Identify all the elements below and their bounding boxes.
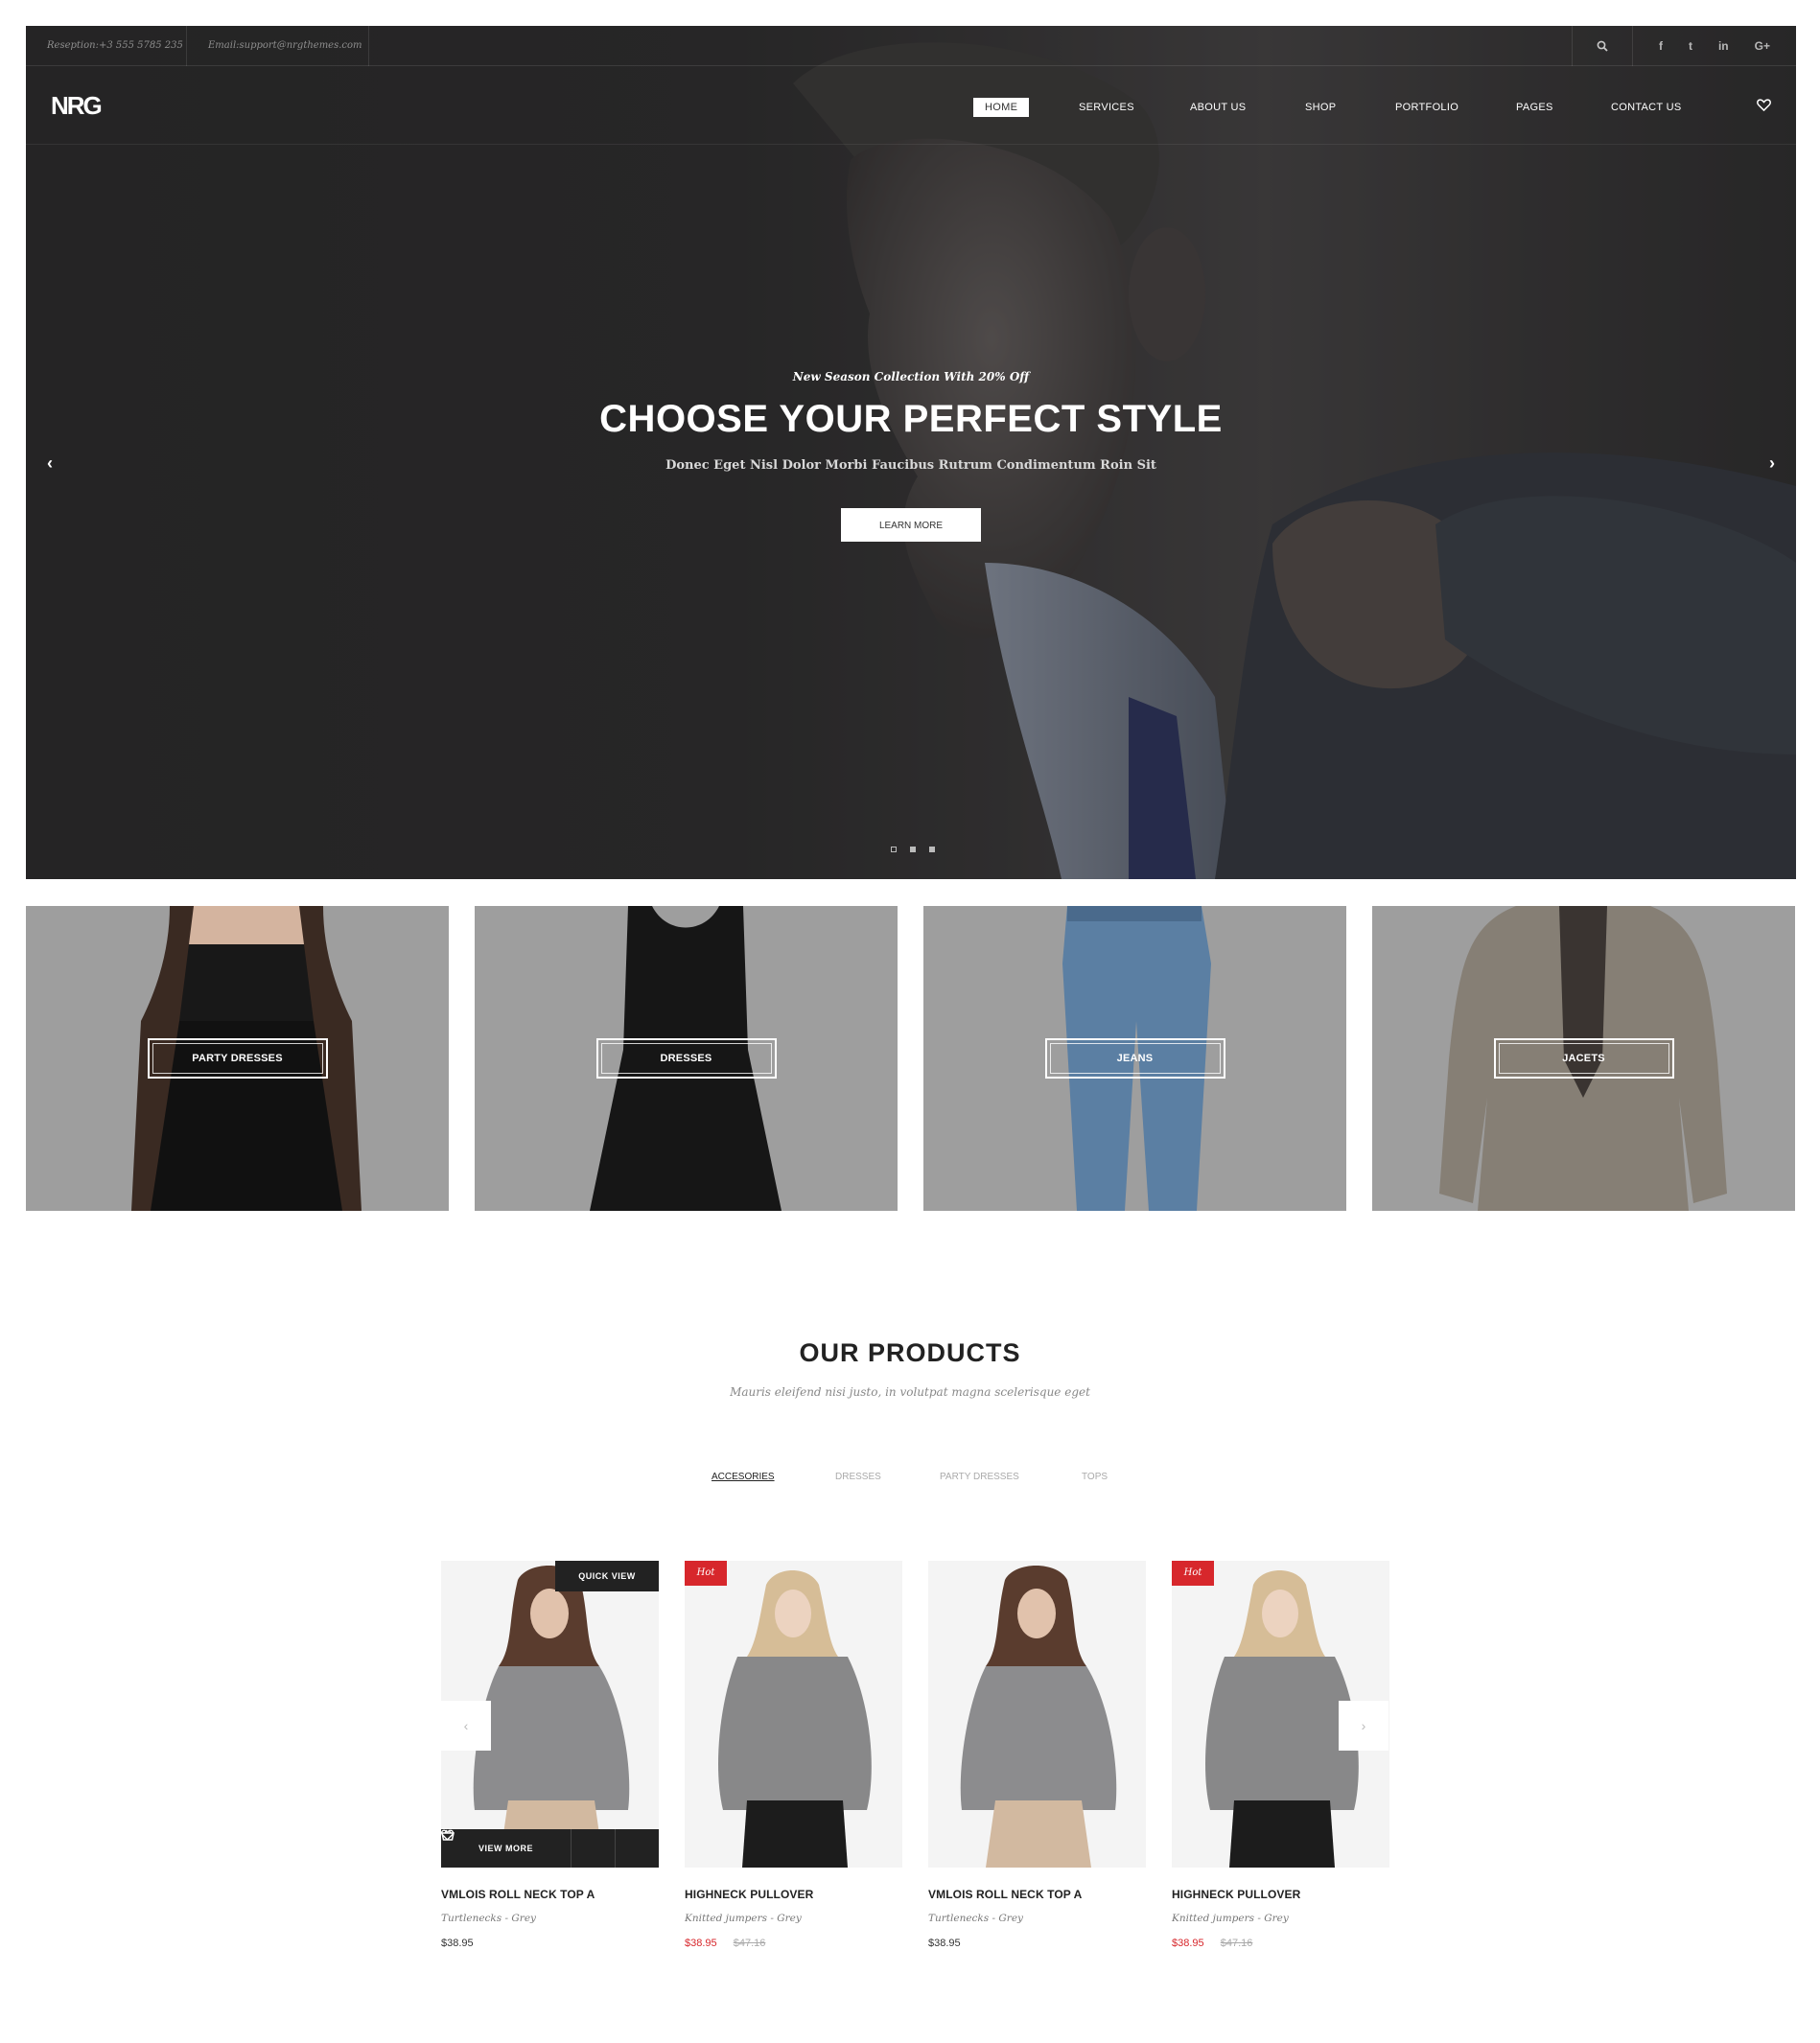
nav-about-us[interactable]: ABOUT US	[1190, 98, 1246, 117]
nav-portfolio[interactable]: PORTFOLIO	[1395, 98, 1458, 117]
slider-dot-3[interactable]	[929, 847, 935, 852]
nav-services[interactable]: SERVICES	[1079, 98, 1134, 117]
product-image[interactable]	[928, 1561, 1146, 1868]
google-plus-icon[interactable]: G+	[1755, 39, 1770, 53]
hero-headline: CHOOSE YOUR PERFECT STYLE	[599, 398, 1223, 440]
hero-subheadline: Donec Eget Nisl Dolor Morbi Faucibus Rut…	[665, 458, 1156, 473]
products-prev-button[interactable]: ‹	[441, 1701, 491, 1751]
view-more-button[interactable]: VIEW MORE	[441, 1829, 571, 1868]
facebook-icon[interactable]: f	[1659, 39, 1663, 53]
chevron-right-icon: ›	[1769, 453, 1775, 473]
category-label-text: DRESSES	[660, 1053, 712, 1064]
hero-eyebrow: New Season Collection With 20% Off	[792, 370, 1030, 383]
top-info-bar: Reseption:+3 555 5785 235 Email:support@…	[26, 26, 1796, 66]
category-jeans[interactable]: JEANS	[923, 906, 1346, 1211]
category-dresses[interactable]: DRESSES	[475, 906, 898, 1211]
products-next-button[interactable]: ›	[1339, 1701, 1388, 1751]
hot-badge: Hot	[1172, 1561, 1214, 1586]
product-card[interactable]: QUICK VIEW VIEW MORE VMLOIS ROLL NECK TO…	[441, 1561, 659, 1949]
pullover-model-photo	[718, 1570, 872, 1868]
product-card[interactable]: VMLOIS ROLL NECK TOP A Turtlenecks - Gre…	[928, 1561, 1146, 1949]
twitter-icon[interactable]: t	[1689, 39, 1692, 53]
price-sale: $38.95	[685, 1938, 717, 1949]
product-name[interactable]: HIGHNECK PULLOVER	[1172, 1888, 1389, 1901]
price-current: $38.95	[928, 1938, 961, 1949]
social-links: f t in G+	[1633, 26, 1796, 66]
slider-dot-1[interactable]	[891, 847, 897, 852]
product-name[interactable]: VMLOIS ROLL NECK TOP A	[441, 1888, 659, 1901]
product-name[interactable]: HIGHNECK PULLOVER	[685, 1888, 902, 1901]
nav-pages[interactable]: PAGES	[1516, 98, 1553, 117]
chevron-left-icon: ‹	[463, 1718, 469, 1733]
hero-model-photo	[26, 26, 1796, 879]
heart-icon	[1757, 99, 1771, 112]
basket-icon	[441, 1829, 455, 1841]
section-subtitle: Mauris eleifend nisi justo, in volutpat …	[730, 1385, 1090, 1399]
product-action-bar: VIEW MORE	[441, 1829, 659, 1868]
wishlist-button[interactable]	[1757, 99, 1771, 116]
product-category: Turtlenecks - Grey	[441, 1913, 536, 1924]
product-image[interactable]: Hot	[685, 1561, 902, 1868]
nav-shop[interactable]: SHOP	[1305, 98, 1336, 117]
product-price: $38.95 $47.16	[685, 1938, 902, 1949]
price-sale: $38.95	[1172, 1938, 1204, 1949]
filter-dresses[interactable]: DRESSES	[835, 1472, 881, 1482]
filter-tops[interactable]: TOPS	[1082, 1472, 1108, 1482]
filter-party-dresses[interactable]: PARTY DRESSES	[940, 1472, 1019, 1482]
nav-home[interactable]: HOME	[973, 98, 1030, 117]
main-navbar: NRG HOME SERVICES ABOUT US SHOP PORTFOLI…	[26, 66, 1796, 145]
turtleneck-model-photo	[960, 1566, 1117, 1868]
category-label-text: PARTY DRESSES	[192, 1053, 283, 1064]
category-jackets[interactable]: JACETS	[1372, 906, 1795, 1211]
hero-slider: Reseption:+3 555 5785 235 Email:support@…	[26, 26, 1796, 879]
learn-more-button[interactable]: LEARN MORE	[841, 508, 981, 542]
category-label-text: JEANS	[1116, 1053, 1154, 1064]
add-to-wishlist-button[interactable]	[441, 1829, 615, 1868]
filter-accesories[interactable]: ACCESORIES	[712, 1472, 775, 1482]
linkedin-icon[interactable]: in	[1718, 39, 1729, 53]
product-card[interactable]: Hot HIGHNECK PULLOVER Knitted jumpers - …	[1172, 1561, 1389, 1949]
hero-prev-arrow[interactable]: ‹	[47, 453, 53, 474]
main-menu: HOME SERVICES ABOUT US SHOP PORTFOLIO PA…	[26, 98, 1796, 117]
category-label: JACETS	[1493, 1038, 1674, 1079]
product-category: Knitted jumpers - Grey	[685, 1913, 802, 1924]
section-title: OUR PRODUCTS	[799, 1338, 1021, 1367]
category-label: DRESSES	[595, 1038, 777, 1079]
product-filters: ACCESORIES DRESSES PARTY DRESSES TOPS	[0, 1472, 1820, 1485]
product-price: $38.95	[441, 1938, 659, 1949]
support-email[interactable]: Email:support@nrgthemes.com	[187, 26, 369, 66]
product-card[interactable]: Hot HIGHNECK PULLOVER Knitted jumpers - …	[685, 1561, 902, 1949]
nav-contact-us[interactable]: CONTACT US	[1611, 98, 1682, 117]
product-price: $38.95 $47.16	[1172, 1938, 1389, 1949]
category-party-dresses[interactable]: PARTY DRESSES	[26, 906, 449, 1211]
hero-next-arrow[interactable]: ›	[1769, 453, 1775, 474]
product-category: Knitted jumpers - Grey	[1172, 1913, 1289, 1924]
product-price: $38.95	[928, 1938, 1146, 1949]
product-category: Turtlenecks - Grey	[928, 1913, 1023, 1924]
category-label-text: JACETS	[1562, 1053, 1605, 1064]
add-to-cart-button[interactable]	[441, 1829, 659, 1868]
product-name[interactable]: VMLOIS ROLL NECK TOP A	[928, 1888, 1146, 1901]
quick-view-button[interactable]: QUICK VIEW	[555, 1561, 659, 1591]
search-icon	[1597, 40, 1608, 52]
reception-phone: Reseption:+3 555 5785 235	[26, 26, 187, 66]
chevron-right-icon: ›	[1361, 1718, 1366, 1733]
slider-dots	[891, 847, 935, 854]
search-button[interactable]	[1572, 26, 1633, 66]
hot-badge: Hot	[685, 1561, 727, 1586]
category-label: PARTY DRESSES	[147, 1038, 328, 1079]
chevron-left-icon: ‹	[47, 453, 53, 473]
price-old: $47.16	[1220, 1938, 1253, 1949]
slider-dot-2[interactable]	[910, 847, 916, 852]
price-current: $38.95	[441, 1938, 474, 1949]
category-label: JEANS	[1044, 1038, 1225, 1079]
price-old: $47.16	[733, 1938, 766, 1949]
